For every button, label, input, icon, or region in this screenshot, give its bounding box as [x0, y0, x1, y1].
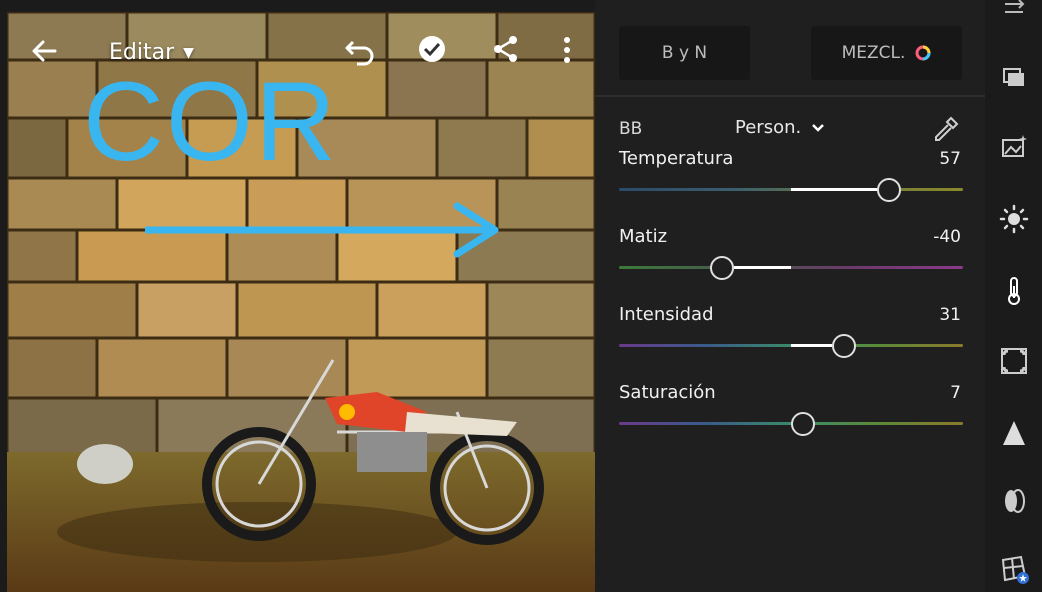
color-wheel-icon	[915, 45, 931, 61]
panel-divider	[595, 95, 985, 97]
saturation-slider[interactable]	[595, 409, 985, 439]
arrow-left-icon	[32, 40, 57, 62]
confirm-button[interactable]	[417, 34, 447, 64]
saturation-knob[interactable]	[791, 412, 816, 436]
temperature-value: 57	[939, 149, 961, 169]
light-button[interactable]	[999, 204, 1029, 234]
wb-preset-dropdown[interactable]: Person.	[735, 117, 825, 138]
effects-button[interactable]	[999, 346, 1029, 376]
temperature-fill	[791, 188, 878, 191]
wb-preset-label: Person.	[735, 117, 802, 138]
color-button[interactable]	[999, 276, 1029, 306]
vibrance-value: 31	[939, 305, 961, 325]
mix-button-label: MEZCL.	[841, 43, 906, 63]
tint-slider[interactable]	[595, 253, 985, 283]
presets-button[interactable]	[999, 62, 1029, 92]
tool-rail	[985, 0, 1042, 592]
annotation-arrow-icon	[145, 202, 499, 258]
bw-button-label: B y N	[661, 43, 708, 63]
undo-icon	[345, 40, 374, 66]
saturation-label: Saturación	[619, 382, 716, 403]
saturation-value: 7	[950, 383, 961, 403]
detail-button[interactable]	[999, 418, 1029, 448]
temperature-knob[interactable]	[877, 178, 902, 202]
optics-button[interactable]	[999, 486, 1029, 516]
back-button[interactable]	[29, 36, 59, 66]
eyedropper-icon	[935, 116, 959, 141]
mix-button[interactable]: MEZCL.	[811, 26, 962, 80]
photo-canvas[interactable]: Editar ▼ COR	[7, 12, 595, 592]
auto-enhance-icon	[1002, 135, 1027, 157]
bw-button[interactable]: B y N	[619, 26, 750, 80]
wb-label: BB	[619, 119, 643, 139]
optics-icon	[1005, 489, 1025, 513]
more-vertical-icon	[564, 37, 570, 63]
tint-label: Matiz	[619, 226, 668, 247]
tint-fill	[734, 266, 791, 269]
vibrance-slider[interactable]	[595, 331, 985, 361]
share-icon	[494, 36, 517, 62]
check-circle-icon	[419, 36, 445, 62]
detail-icon	[1003, 421, 1025, 445]
adjust-panel: B y N MEZCL. BB Person. Temperatura 57 M…	[595, 0, 985, 592]
color-temperature-icon	[1008, 277, 1020, 305]
chevron-down-icon	[812, 124, 824, 132]
tint-value: -40	[933, 227, 961, 247]
vibrance-fill	[791, 344, 833, 347]
temperature-label: Temperatura	[619, 148, 734, 169]
temperature-slider[interactable]	[595, 175, 985, 205]
eyedropper-button[interactable]	[931, 114, 961, 144]
light-icon	[999, 204, 1029, 234]
undo-button[interactable]	[343, 34, 377, 66]
swap-button[interactable]	[999, 0, 1029, 18]
annotation-text: COR	[83, 59, 338, 184]
vibrance-label: Intensidad	[619, 304, 714, 325]
tint-knob[interactable]	[710, 256, 735, 280]
presets-icon	[1003, 68, 1024, 86]
more-button[interactable]	[557, 34, 577, 66]
geometry-button[interactable]	[999, 554, 1029, 584]
auto-enhance-button[interactable]	[999, 132, 1029, 162]
share-button[interactable]	[491, 34, 521, 64]
vibrance-knob[interactable]	[832, 334, 857, 358]
effects-icon	[1001, 348, 1027, 374]
swap-icon	[1005, 0, 1025, 13]
tint-track	[619, 266, 963, 269]
geometry-icon	[1001, 555, 1029, 584]
